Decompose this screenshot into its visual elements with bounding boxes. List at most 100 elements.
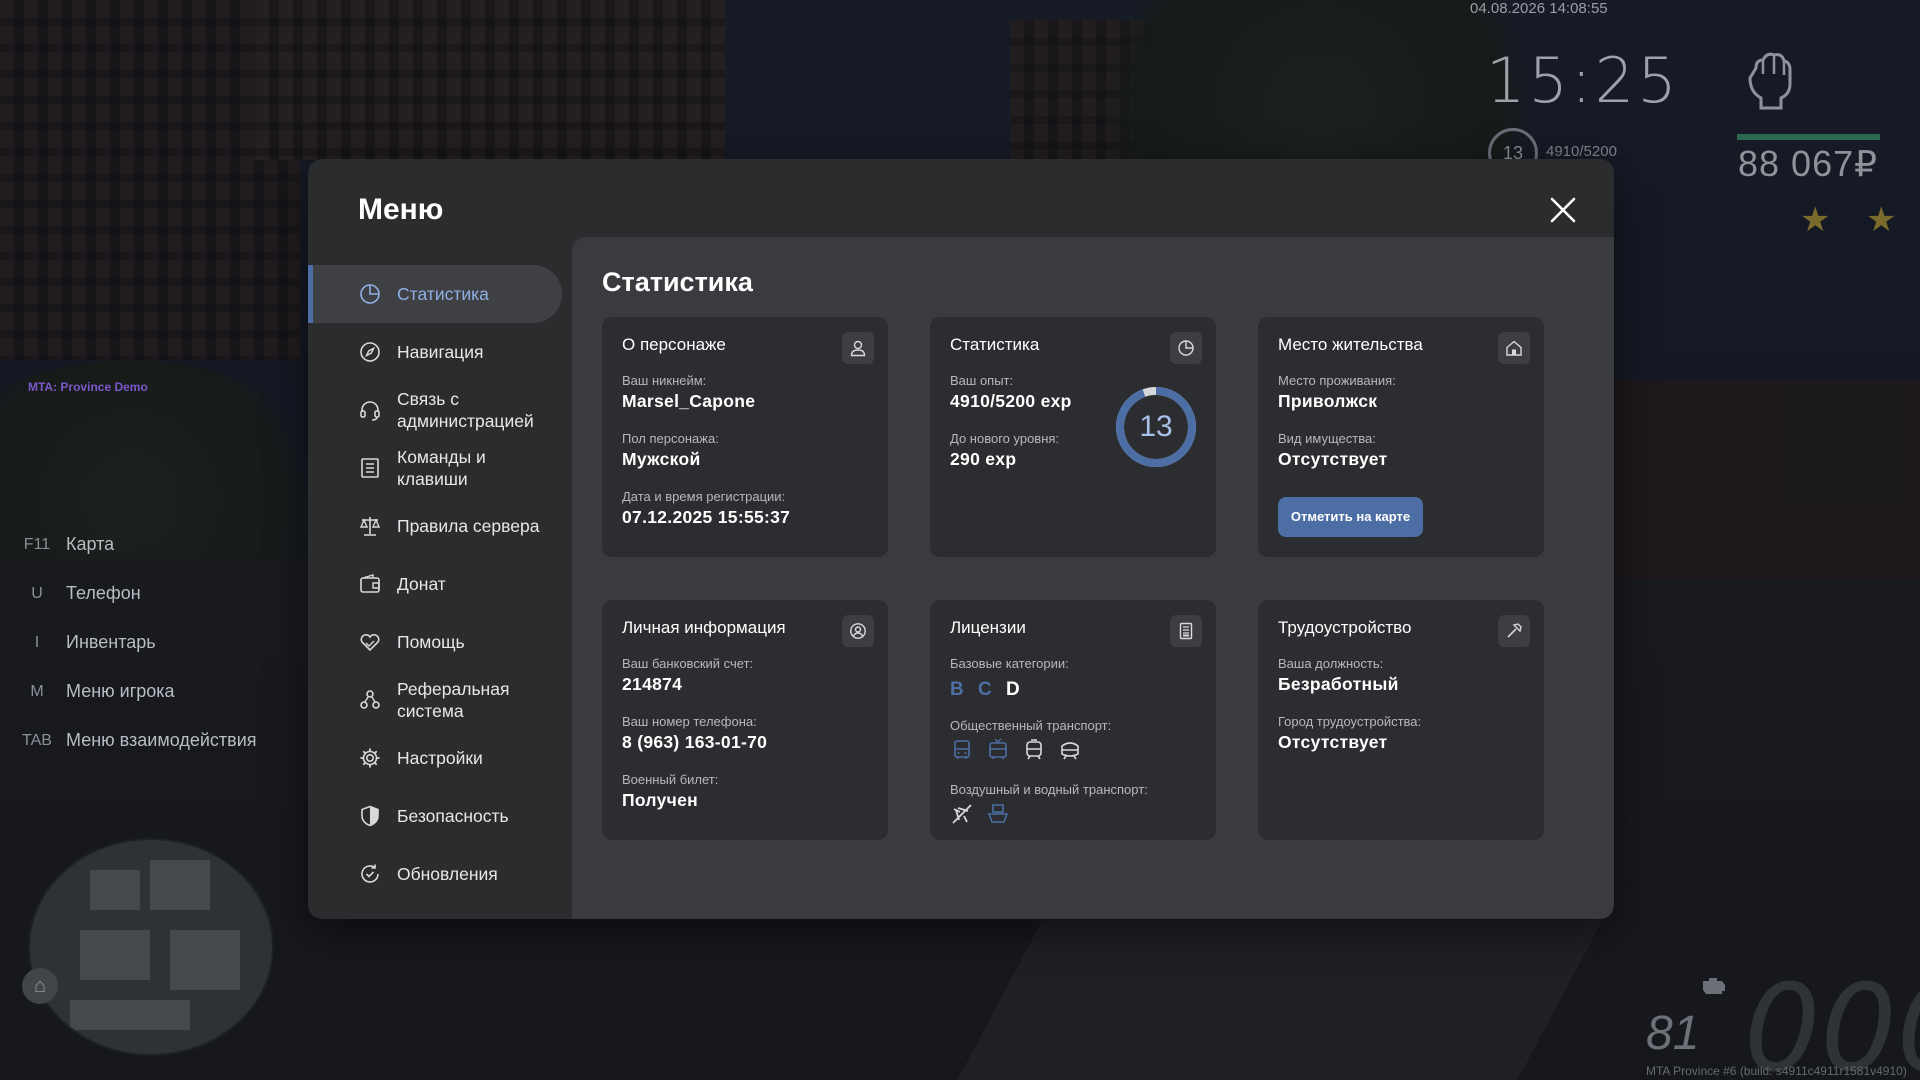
refresh-check-icon (361, 864, 379, 883)
heart-hand-icon (360, 633, 380, 652)
nav-item-rules[interactable]: Правила сервера (308, 497, 572, 555)
nav-label: Помощь (397, 632, 465, 652)
hud-money: 88 067₽ (1738, 143, 1879, 184)
hotkey-label: Телефон (66, 583, 141, 603)
hammer-icon (1507, 623, 1522, 638)
bus-icon (954, 740, 970, 759)
house-icon (1506, 340, 1522, 356)
metro-icon (1061, 742, 1079, 760)
bank-icon: ⌂ (22, 968, 58, 1004)
field-label: Вид имущества: (1278, 431, 1376, 446)
nav-label: Навигация (397, 342, 484, 362)
nav-item-commands[interactable]: Команды и клавиши (308, 439, 572, 497)
field-gender: Пол персонажа: Мужской (622, 431, 719, 470)
nav-item-navigation[interactable]: Навигация (308, 323, 572, 381)
nav-label: Реферальная система (397, 679, 510, 721)
gear-icon (360, 748, 380, 768)
star-icon: ★ (1800, 201, 1831, 239)
menu-content: Статистика О персонаже Ваш никнейм: Mars… (572, 237, 1614, 919)
card-employment: Трудоустройство Ваша должность: Безработ… (1258, 600, 1544, 840)
list-icon (361, 458, 379, 478)
engine-icon (1703, 978, 1725, 994)
field-label: Ваша должность: (1278, 656, 1384, 671)
field-label: Ваш опыт: (950, 373, 1014, 388)
nav-item-statistics[interactable]: Статистика (308, 265, 562, 323)
air-water-transport-icons (950, 802, 1010, 826)
field-military-id: Военный билет: Получен (622, 772, 718, 811)
pie-chart-icon (1178, 340, 1194, 356)
nav-label: Связь с администрацией (397, 389, 534, 431)
field-place: Место проживания: Приволжск (1278, 373, 1396, 412)
nav-item-settings[interactable]: Настройки (308, 729, 572, 787)
hotkey-key: TAB (22, 731, 52, 749)
hotkey-map: F11 Карта (18, 520, 257, 569)
field-label: Ваш банковский счет: (622, 656, 754, 671)
close-icon[interactable] (1546, 193, 1580, 227)
nav-item-referral[interactable]: Реферальная система (308, 671, 572, 729)
field-label: Дата и время регистрации: (622, 489, 786, 504)
field-label: Ваш никнейм: (622, 373, 707, 388)
field-value: Отсутствует (1278, 449, 1388, 469)
field-label: Военный билет: (622, 772, 719, 787)
field-work-city: Город трудоустройства: Отсутствует (1278, 714, 1421, 753)
card-personal-info: Личная информация Ваш банковский счет: 2… (602, 600, 888, 840)
card-icon-button (1498, 332, 1530, 364)
field-value: Мужской (622, 449, 701, 469)
field-label: Воздушный и водный транспорт: (950, 782, 1148, 797)
field-nickname: Ваш никнейм: Marsel_Capone (622, 373, 755, 412)
hotkey-label: Инвентарь (66, 632, 156, 652)
card-icon-button (1498, 615, 1530, 647)
headset-icon (360, 401, 380, 421)
shield-icon (361, 805, 379, 827)
field-property: Вид имущества: Отсутствует (1278, 431, 1387, 470)
card-title: Трудоустройство (1278, 618, 1412, 637)
field-value: Приволжск (1278, 391, 1378, 411)
nav-label: Безопасность (397, 806, 509, 826)
fist-icon (1748, 52, 1792, 110)
hotkey-key: M (30, 682, 44, 700)
minimap-block (80, 930, 150, 980)
menu-title: Меню (358, 193, 444, 226)
hud-datetime: 04.08.2026 14:08:55 (1470, 0, 1608, 17)
field-value: 8 (963) 163-01-70 (622, 732, 768, 752)
card-licenses: Лицензии Базовые категории: B C D Общест… (930, 600, 1216, 840)
star-icon: ★ (1866, 201, 1897, 239)
menu-sidebar: Статистика Навигация Связь с администрац… (308, 265, 572, 903)
player-menu-window: Меню Статистика Навигация Связь с админи… (308, 159, 1614, 919)
nav-item-admin-contact[interactable]: Связь с администрацией (308, 381, 572, 439)
level-number: 13 (1139, 410, 1173, 443)
hotkey-list: F11 Карта U Телефон I Инвентарь M Меню и… (18, 520, 257, 765)
field-exp: Ваш опыт: 4910/5200 exp (950, 373, 1072, 412)
nav-item-help[interactable]: Помощь (308, 613, 572, 671)
hotkey-key: I (34, 633, 40, 651)
nav-label: Правила сервера (397, 516, 540, 536)
hotkey-interaction-menu: TAB Меню взаимодействия (18, 716, 256, 765)
nav-item-donate[interactable]: Донат (308, 555, 572, 613)
field-value: Получен (622, 790, 699, 810)
card-icon-button (842, 615, 874, 647)
card-title: Личная информация (622, 618, 786, 637)
card-title: Статистика (950, 335, 1040, 354)
hotkey-key: U (31, 584, 43, 602)
hotkey-label: Меню игрока (66, 681, 175, 701)
field-value: 214874 (622, 674, 683, 694)
card-title: О персонаже (622, 335, 726, 354)
field-bank-account: Ваш банковский счет: 214874 (622, 656, 753, 695)
minimap-block (90, 870, 140, 910)
field-label: Общественный транспорт: (950, 718, 1112, 733)
field-registration: Дата и время регистрации: 07.12.2025 15:… (622, 489, 790, 528)
plane-icon (952, 804, 972, 824)
server-label: MTA: Province Demo (28, 380, 148, 394)
nav-item-security[interactable]: Безопасность (308, 787, 572, 845)
field-label: Город трудоустройства: (1278, 714, 1422, 729)
nav-item-updates[interactable]: Обновления (308, 845, 572, 903)
field-phone: Ваш номер телефона: 8 (963) 163-01-70 (622, 714, 767, 753)
tram-icon (1026, 739, 1042, 760)
boat-icon (987, 804, 1009, 823)
mark-on-map-button[interactable]: Отметить на карте (1278, 497, 1423, 537)
compass-icon (360, 342, 380, 362)
license-categories: B C D (950, 679, 1029, 701)
fuel-readout: 81 (1646, 1007, 1700, 1060)
content-title: Статистика (602, 267, 753, 297)
card-title: Лицензии (950, 618, 1026, 637)
